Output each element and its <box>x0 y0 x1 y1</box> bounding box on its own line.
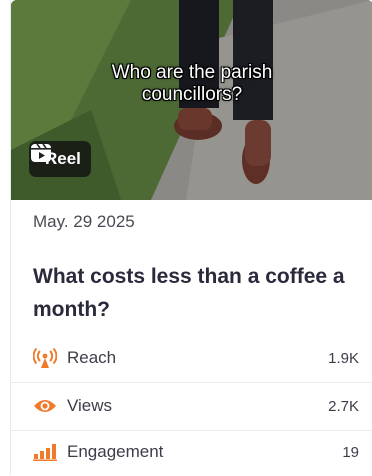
reel-caption: Who are the parish councillors? <box>111 62 273 105</box>
metric-engagement-label: Engagement <box>67 442 164 461</box>
eye-icon <box>33 395 57 417</box>
metric-reach-label: Reach <box>67 348 117 367</box>
post-date: May. 29 2025 <box>33 212 135 231</box>
metric-engagement-value: 19 <box>342 443 359 461</box>
reach-icon <box>33 347 57 369</box>
metric-views-label: Views <box>67 396 113 415</box>
metric-views: Views 2.7K <box>11 382 372 431</box>
metric-engagement: Engagement 19 <box>11 428 372 476</box>
reel-badge: Reel <box>29 141 91 177</box>
post-title[interactable]: What costs less than a coffee a month? <box>33 260 363 326</box>
post-card[interactable]: Who are the parish councillors? Reel May… <box>10 0 372 475</box>
metric-reach-value: 1.9K <box>328 349 359 367</box>
metric-views-value: 2.7K <box>328 397 359 415</box>
reel-thumbnail[interactable]: Who are the parish councillors? Reel <box>11 0 372 200</box>
metric-reach: Reach 1.9K <box>11 334 372 383</box>
bar-chart-icon <box>33 441 57 463</box>
